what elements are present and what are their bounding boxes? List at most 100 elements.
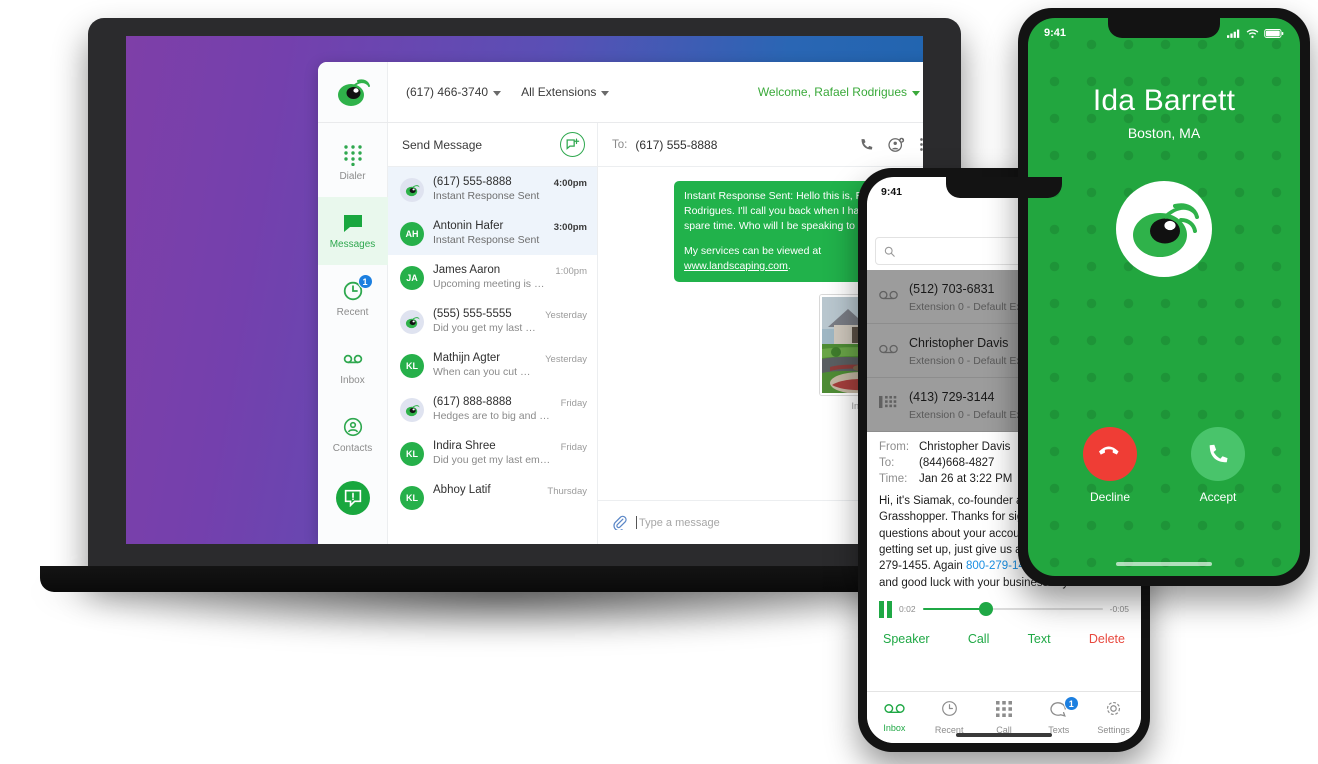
- voicemail-name: Christopher Davis: [909, 336, 1009, 350]
- home-indicator: [956, 733, 1052, 737]
- conversation-name: Antonin Hafer: [433, 220, 504, 232]
- screenshot-stage: (617) 466-3740 All Extensions Welcome, R…: [0, 0, 1318, 764]
- progress-fill: [922, 608, 986, 611]
- call-ui: 9:41 Ida Barrett Boston, MA Decline Acce…: [1028, 18, 1300, 576]
- to-label: To:: [879, 457, 895, 469]
- search-icon: [884, 246, 895, 257]
- paperclip-icon[interactable]: [612, 515, 627, 530]
- thread-header: To: (617) 555-8888: [598, 123, 923, 167]
- message-link[interactable]: www.landscaping.com: [684, 260, 788, 272]
- avatar: KL: [400, 442, 424, 466]
- conversation-time: 1:00pm: [555, 266, 587, 277]
- caller-name: Ida Barrett: [1092, 84, 1236, 117]
- caller-location: Boston, MA: [1127, 125, 1201, 141]
- chevron-down-icon: [493, 90, 502, 96]
- conversation-list-item[interactable]: KL Abhoy Latif Thursday: [388, 475, 597, 519]
- tab-label: Inbox: [883, 723, 906, 733]
- battery-icon: [1264, 28, 1284, 38]
- decline-call-button[interactable]: Decline: [1083, 427, 1137, 504]
- tab-settings[interactable]: Settings: [1086, 692, 1141, 743]
- keypad-icon: [879, 395, 898, 414]
- conversation-list[interactable]: (617) 555-8888 Instant Response Sent 4:00p…: [388, 167, 597, 544]
- conversation-list-item[interactable]: KL Indira Shree Did you get my last email?…: [388, 431, 597, 475]
- status-time: 9:41: [881, 186, 903, 198]
- voicemail-name: (413) 729-3144: [909, 390, 995, 404]
- extensions-value: All Extensions: [521, 85, 597, 99]
- grasshopper-web-app: (617) 466-3740 All Extensions Welcome, R…: [318, 62, 923, 544]
- incoming-call-screen: 9:41 Ida Barrett Boston, MA Decline Acce…: [1028, 18, 1300, 576]
- voicemail-action-call[interactable]: Call: [968, 632, 990, 646]
- gear-icon: [1105, 700, 1122, 722]
- chevron-down-icon: [912, 90, 920, 96]
- voicemail-subtitle: Extension 0 - Default Ext: [909, 301, 1025, 313]
- chat-bubble-icon: [342, 212, 364, 234]
- conversation-preview: Instant Response Sent: [433, 190, 540, 202]
- conversation-name: Indira Shree: [433, 440, 496, 452]
- call-icon[interactable]: [859, 137, 874, 152]
- from-value: Christopher Davis: [919, 441, 1011, 453]
- time-label: Time:: [879, 473, 908, 485]
- progress-slider[interactable]: [922, 602, 1103, 617]
- conversation-list-item[interactable]: (555) 555-5555 Did you get my last email?…: [388, 299, 597, 343]
- avatar: KL: [400, 486, 424, 510]
- sidebar-item-dialer[interactable]: Dialer: [318, 129, 388, 197]
- cellular-icon: [1227, 29, 1240, 38]
- conversation-name: (617) 888-8888: [433, 396, 512, 408]
- extensions-dropdown[interactable]: All Extensions: [521, 85, 610, 99]
- voicemail-action-speaker[interactable]: Speaker: [883, 632, 930, 646]
- user-menu[interactable]: Welcome, Rafael Rodrigues: [758, 85, 920, 99]
- to-label: To:: [612, 138, 628, 151]
- conversation-preview: Upcoming meeting is on ...: [433, 278, 547, 290]
- new-message-icon-button[interactable]: [560, 132, 585, 157]
- chevron-down-icon: [601, 90, 610, 96]
- voicemail-action-delete[interactable]: Delete: [1089, 632, 1125, 646]
- grasshopper-eye-logo-icon: [1116, 181, 1212, 277]
- conversation-list-item[interactable]: KL Mathijn Agter When can you cut my grass…: [388, 343, 597, 387]
- feedback-icon-button[interactable]: [335, 481, 370, 515]
- pause-icon[interactable]: [879, 600, 892, 618]
- sidebar-label-inbox: Inbox: [340, 375, 365, 386]
- incoming-call-phone-device: 9:41 Ida Barrett Boston, MA Decline Acce…: [1018, 8, 1310, 586]
- conversation-list-item[interactable]: JA James Aaron Upcoming meeting is on ... 1…: [388, 255, 597, 299]
- conversation-panel-header: Send Message: [388, 123, 597, 167]
- sidebar-item-messages[interactable]: Messages: [318, 197, 388, 265]
- sidebar-item-recent[interactable]: 1 Recent: [318, 265, 388, 333]
- contacts-icon: [342, 416, 364, 438]
- conversation-list-item[interactable]: (617) 555-8888 Instant Response Sent 4:00p…: [388, 167, 597, 211]
- add-contact-icon[interactable]: [888, 137, 905, 153]
- conversation-time: 4:00pm: [553, 178, 587, 189]
- avatar: KL: [400, 354, 424, 378]
- feedback-icon: [344, 489, 361, 507]
- phone-number-value: (617) 466-3740: [406, 85, 489, 99]
- brand-logo-cell: [318, 62, 388, 122]
- to-value: (617) 555-8888: [635, 137, 718, 152]
- sidebar-item-contacts[interactable]: Contacts: [318, 401, 388, 469]
- voicemail-icon: [342, 348, 364, 370]
- conversation-preview: Did you get my last email?: [433, 454, 552, 466]
- message-suffix: .: [787, 259, 791, 272]
- voicemail-icon: [879, 288, 898, 306]
- voicemail-subtitle: Extension 0 - Default Ext: [909, 355, 1025, 367]
- grasshopper-eye-logo-icon: [336, 77, 370, 107]
- avatar: JA: [400, 266, 424, 290]
- avatar: [400, 178, 424, 202]
- tab-inbox[interactable]: Inbox: [867, 692, 922, 743]
- conversation-name: Abhoy Latif: [433, 484, 491, 496]
- conversation-list-item[interactable]: AH Antonin Hafer Instant Response Sent 3:00…: [388, 211, 597, 255]
- conversation-list-item[interactable]: (617) 888-8888 Hedges are to big and need…: [388, 387, 597, 431]
- decline-call-icon: [1083, 427, 1137, 481]
- tab-badge: 1: [1063, 695, 1079, 711]
- phone-notch: [946, 177, 1062, 198]
- progress-knob[interactable]: [978, 602, 993, 617]
- sidebar-item-inbox[interactable]: Inbox: [318, 333, 388, 401]
- voicemail-subtitle: Extension 0 - Default Ext: [909, 409, 1025, 421]
- conversation-time: Friday: [560, 398, 587, 409]
- call-action-buttons: Decline Accept: [1028, 427, 1300, 504]
- voicemail-action-text[interactable]: Text: [1028, 632, 1051, 646]
- avatar: [400, 398, 424, 422]
- time-value: Jan 26 at 3:22 PM: [919, 473, 1013, 485]
- accept-call-button[interactable]: Accept: [1191, 427, 1245, 504]
- more-options-icon[interactable]: [919, 137, 923, 152]
- sidebar-label-recent: Recent: [336, 307, 369, 318]
- phone-number-dropdown[interactable]: (617) 466-3740: [406, 85, 502, 99]
